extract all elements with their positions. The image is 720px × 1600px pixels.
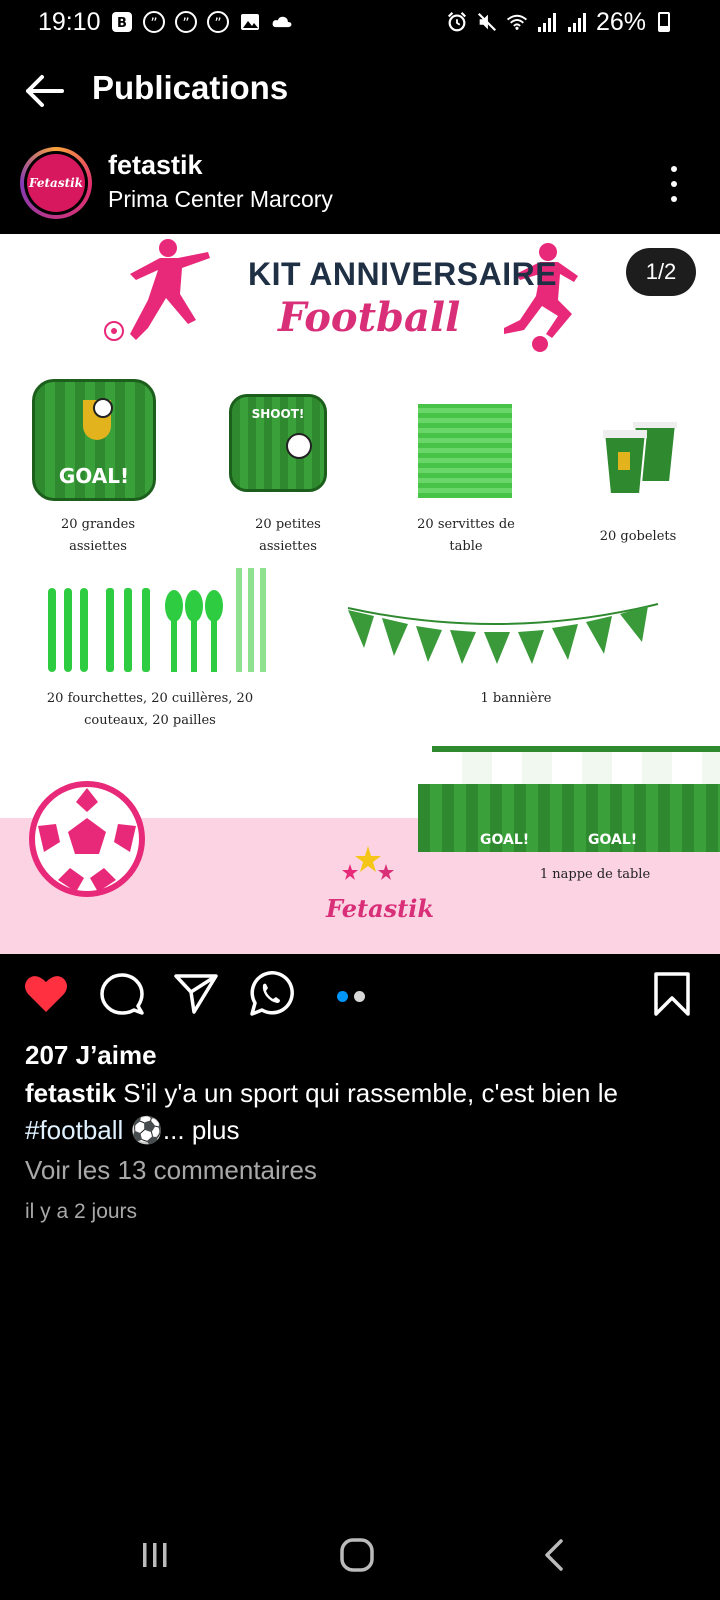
status-right: 26% (446, 0, 670, 44)
item-caption-small-plates: 20 petites assiettes (255, 517, 321, 554)
author-location[interactable]: Prima Center Marcory (108, 186, 333, 213)
caption-more-link[interactable]: ... plus (163, 1115, 240, 1145)
cups-image (602, 422, 678, 495)
more-dot (671, 181, 677, 187)
svg-text:”: ” (182, 16, 189, 32)
small-plate-text: SHOOT! (251, 407, 305, 421)
napkin-image (418, 404, 512, 498)
status-bar: 19:10 B ” ” ” 26% (0, 0, 720, 44)
svg-text:B: B (117, 16, 127, 31)
ball-icon (93, 398, 113, 418)
carousel-counter: 1/2 (626, 248, 696, 296)
status-time: 19:10 (38, 7, 101, 36)
more-vertical-icon (671, 166, 677, 172)
item-caption-cutlery: 20 fourchettes, 20 cuillères, 20 couteau… (46, 691, 254, 728)
avatar-ring: Fetastik (24, 151, 88, 215)
heart-icon (25, 976, 67, 1012)
system-back-button[interactable] (530, 1530, 580, 1580)
home-button[interactable] (332, 1530, 382, 1580)
bookmark-icon (654, 972, 690, 1016)
soccer-ball-icon (29, 781, 145, 897)
recent-apps-icon (143, 1543, 167, 1567)
carousel-dot-active (337, 991, 348, 1002)
avatar[interactable]: Fetastik (20, 147, 92, 219)
item-caption-tablecloth: 1 nappe de table (539, 867, 651, 882)
avatar-logo: Fetastik (27, 154, 85, 212)
kit-title: KIT ANNIVERSAIRE (248, 256, 558, 292)
banner-image (347, 603, 659, 664)
cloud-icon (271, 11, 293, 33)
tablecloth-text: GOAL! (588, 832, 638, 848)
send-icon (174, 974, 218, 1014)
post-timestamp: il y a 2 jours (25, 1200, 138, 1223)
more-options-button[interactable] (668, 166, 680, 202)
item-caption-banner: 1 bannière (480, 691, 552, 706)
small-plate-image: SHOOT! (229, 394, 327, 492)
gallery-icon (239, 11, 261, 33)
more-dot (671, 196, 677, 202)
item-caption-napkins: 20 servittes de table (417, 517, 515, 554)
post-image[interactable]: KIT ANNIVERSAIRE Football 1/2 GOAL! 20 g… (0, 234, 720, 954)
likes-count[interactable]: 207 J’aime (25, 1040, 157, 1071)
carousel-dot (354, 991, 365, 1002)
signal-icon (536, 11, 558, 33)
signal-icon (566, 11, 588, 33)
post-caption: fetastik S'il y'a un sport qui rassemble… (25, 1075, 685, 1149)
ball-icon (286, 433, 312, 459)
mute-icon (476, 11, 498, 33)
carousel-dots (337, 991, 365, 1002)
arrow-left-icon (26, 75, 64, 107)
share-button[interactable] (172, 970, 220, 1018)
caption-username[interactable]: fetastik (25, 1078, 116, 1108)
stars-logo-icon (342, 846, 394, 880)
item-caption-large-plates: 20 grandes assiettes (60, 517, 136, 554)
whatsapp-icon (250, 971, 294, 1016)
back-button[interactable] (22, 68, 68, 114)
soccer-ball-emoji: ⚽ (130, 1115, 163, 1145)
recent-apps-button[interactable] (130, 1530, 180, 1580)
large-plate-image: GOAL! (32, 379, 156, 501)
caption-text: S'il y'a un sport qui rassemble, c'est b… (123, 1078, 618, 1108)
comment-icon (100, 973, 144, 1015)
quote-icon: ” (174, 11, 197, 33)
status-left: 19:10 B ” ” ” (38, 8, 293, 37)
b-app-icon: B (111, 11, 133, 33)
post-author-row: Fetastik fetastik Prima Center Marcory (0, 140, 720, 230)
quote-icon: ” (206, 11, 229, 33)
battery-percent: 26% (595, 7, 646, 36)
svg-text:”: ” (214, 16, 221, 32)
tablecloth-text: GOAL! (480, 832, 530, 848)
svg-text:”: ” (150, 16, 157, 32)
large-plate-text: GOAL! (58, 464, 130, 488)
brand-logo: Fetastik (326, 894, 434, 923)
comment-button[interactable] (98, 970, 146, 1018)
caption-hashtag[interactable]: #football (25, 1115, 123, 1145)
item-caption-cups: 20 gobelets (599, 529, 677, 544)
page-title: Publications (92, 69, 289, 106)
tablecloth-image: GOAL! GOAL! (418, 746, 720, 852)
system-navigation-bar (0, 1510, 720, 1600)
battery-icon (658, 12, 670, 32)
save-button[interactable] (648, 970, 696, 1018)
whatsapp-button[interactable] (246, 970, 294, 1018)
cutlery-image (48, 568, 266, 672)
top-header: Publications (0, 50, 720, 130)
author-username[interactable]: fetastik (108, 150, 203, 181)
like-button[interactable] (22, 970, 70, 1018)
post-action-bar (0, 960, 720, 1036)
home-icon (340, 1538, 374, 1572)
quote-icon: ” (142, 11, 165, 33)
player-silhouette-left (104, 239, 210, 341)
chevron-left-icon (545, 1539, 563, 1571)
wifi-icon (506, 11, 528, 33)
tablecloth-top (432, 746, 720, 784)
alarm-icon (446, 11, 468, 33)
view-comments-link[interactable]: Voir les 13 commentaires (25, 1155, 317, 1186)
tablecloth-side (418, 784, 720, 852)
kit-subtitle: Football (278, 294, 461, 341)
